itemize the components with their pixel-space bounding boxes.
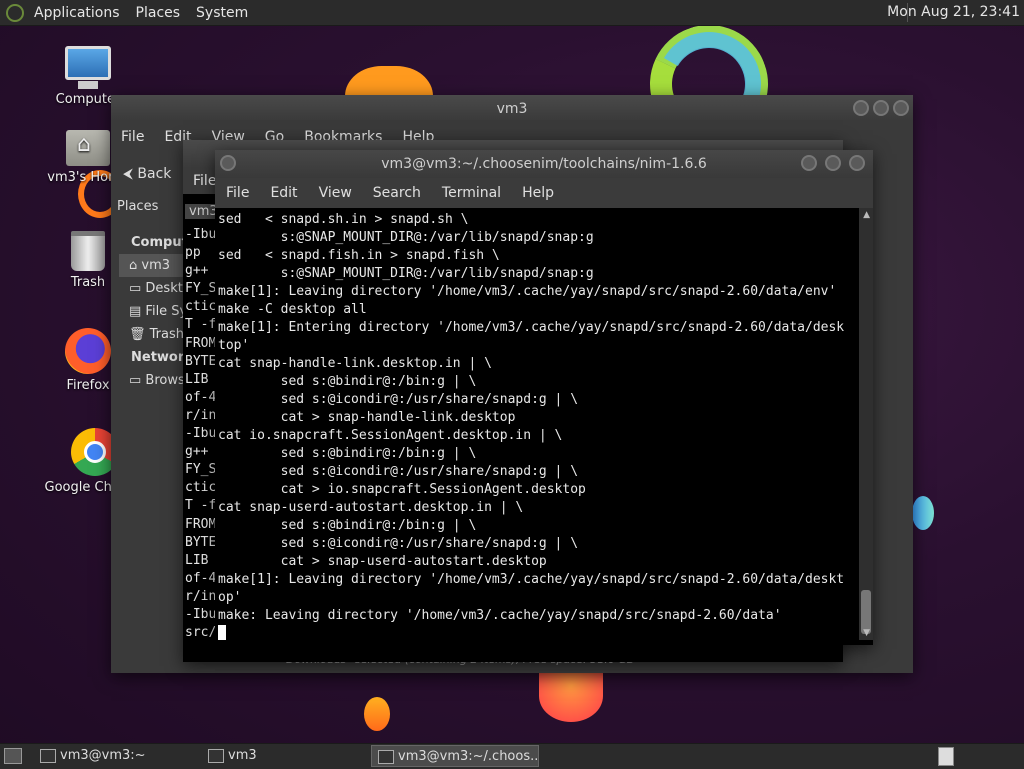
window-menu-button[interactable] xyxy=(220,155,236,171)
terminal-2-line: -Ibu xyxy=(185,227,217,242)
terminal-2-line: g++ xyxy=(185,444,209,460)
back-button[interactable]: ⮜ Back xyxy=(117,159,193,189)
show-desktop-icon[interactable] xyxy=(4,748,22,764)
terminal-window: vm3@vm3:~/.choosenim/toolchains/nim-1.6.… xyxy=(215,150,873,645)
terminal-2-output: -Ibu pp g++ FY_S ctic T -f FROM BYTE LIB of-4 r/in… xyxy=(185,226,217,642)
wallpaper-blob-shape xyxy=(364,697,390,731)
taskbar-item-label: vm3 xyxy=(228,748,257,763)
trash-icon: 🗑 xyxy=(129,327,150,342)
desktop-icon: ▭ xyxy=(129,281,146,296)
terminal-cursor xyxy=(218,625,226,640)
menu-terminal[interactable]: Terminal xyxy=(431,185,511,201)
wallpaper-blob-shape xyxy=(539,670,603,722)
back-label: Back xyxy=(137,166,172,182)
terminal-titlebar[interactable]: vm3@vm3:~/.choosenim/toolchains/nim-1.6.… xyxy=(215,150,873,178)
home-icon: ⌂ xyxy=(129,258,142,273)
terminal-2-line: ctic xyxy=(185,480,217,496)
network-icon: ▭ xyxy=(129,373,146,388)
terminal-2-line: of-4 xyxy=(185,389,217,405)
places-menu[interactable]: Places xyxy=(128,5,189,21)
taskbar-item-label: vm3@vm3:~ xyxy=(60,748,146,763)
sidebar-item-label: vm3 xyxy=(141,258,171,273)
terminal-scrollbar[interactable] xyxy=(859,208,873,640)
menu-help[interactable]: Help xyxy=(511,185,564,201)
trash-applet-icon[interactable] xyxy=(938,747,954,766)
maximize-button[interactable] xyxy=(873,100,889,116)
terminal-2-line: pp xyxy=(185,245,201,261)
terminal-screen[interactable]: sed < snapd.sh.in > snapd.sh \ s:@SNAP_M… xyxy=(217,208,857,640)
bottom-panel: vm3@vm3:~ vm3 vm3@vm3:~/.choos... xyxy=(0,743,1024,769)
terminal-2-line: -Ibu xyxy=(185,426,217,442)
firefox-icon xyxy=(65,328,111,374)
taskbar-item-label: vm3@vm3:~/.choos... xyxy=(398,749,539,764)
desktop-icon-computer[interactable]: Computer xyxy=(40,46,136,107)
file-manager-titlebar[interactable]: vm3 xyxy=(111,95,913,121)
menu-view[interactable]: View xyxy=(308,185,362,201)
places-dropdown[interactable]: Places xyxy=(117,199,183,214)
minimize-button[interactable] xyxy=(853,100,869,116)
sidebar-item-label: Trash xyxy=(149,327,184,342)
menu-search[interactable]: Search xyxy=(362,185,431,201)
terminal-2-line: LIB xyxy=(185,371,209,387)
scroll-up-arrow-icon[interactable]: ▲ xyxy=(863,210,870,220)
terminal-icon xyxy=(40,749,56,763)
window-title: vm3@vm3:~/.choosenim/toolchains/nim-1.6.… xyxy=(381,156,707,172)
computer-icon xyxy=(65,46,111,89)
terminal-2-line: src/ xyxy=(185,625,217,641)
terminal-2-line: -Ibu xyxy=(185,606,217,622)
wallpaper-blob-shape xyxy=(912,496,934,530)
close-button[interactable] xyxy=(849,155,865,171)
terminal-2-line: r/in xyxy=(185,588,217,604)
terminal-2-line: T -f xyxy=(185,317,217,333)
terminal-2-line: r/in xyxy=(185,407,217,423)
taskbar-item-terminal-active[interactable]: vm3@vm3:~/.choos... xyxy=(371,745,539,767)
terminal-2-line: FROM xyxy=(185,516,217,532)
distro-logo-icon[interactable] xyxy=(6,3,24,22)
taskbar-item-file-manager[interactable]: vm3 xyxy=(202,745,362,767)
terminal-2-line: T -f xyxy=(185,498,217,514)
back-arrow-icon: ⮜ xyxy=(123,166,133,182)
terminal-2-line: g++ xyxy=(185,263,209,279)
terminal-2-line: BYTE xyxy=(185,534,217,550)
taskbar-item-terminal-home[interactable]: vm3@vm3:~ xyxy=(34,745,194,767)
terminal-output: sed < snapd.sh.in > snapd.sh \ s:@SNAP_M… xyxy=(218,212,845,623)
terminal-2-line: FY_S xyxy=(185,462,217,478)
top-panel: Applications Places System Mon Aug 21, 2… xyxy=(0,0,1024,26)
home-folder-icon xyxy=(66,130,110,166)
clock[interactable]: Mon Aug 21, 23:41 xyxy=(887,4,1020,20)
system-menu[interactable]: System xyxy=(188,5,256,21)
trash-icon xyxy=(71,231,105,271)
window-title: vm3 xyxy=(496,101,528,117)
terminal-icon xyxy=(378,750,394,764)
terminal-2-line: FY_S xyxy=(185,281,217,297)
terminal-2-line: LIB xyxy=(185,552,209,568)
folder-icon xyxy=(208,749,224,763)
menu-file[interactable]: File xyxy=(215,185,259,201)
terminal-2-line: FROM xyxy=(185,335,217,351)
scroll-down-arrow-icon[interactable]: ▼ xyxy=(863,628,870,638)
minimize-button[interactable] xyxy=(801,155,817,171)
menu-file[interactable]: File xyxy=(111,129,154,145)
terminal-2-line: ctic xyxy=(185,299,217,315)
terminal-2-line: of-4 xyxy=(185,570,217,586)
desktop-icon-label: Firefox xyxy=(66,378,110,393)
applications-menu[interactable]: Applications xyxy=(26,5,128,21)
menu-edit[interactable]: Edit xyxy=(259,185,307,201)
maximize-button[interactable] xyxy=(825,155,841,171)
drive-icon: ▤ xyxy=(129,304,146,319)
terminal-menubar: File Edit View Search Terminal Help xyxy=(215,178,873,208)
close-button[interactable] xyxy=(893,100,909,116)
terminal-2-line: BYTE xyxy=(185,353,217,369)
desktop-icon-label: Trash xyxy=(70,275,106,290)
